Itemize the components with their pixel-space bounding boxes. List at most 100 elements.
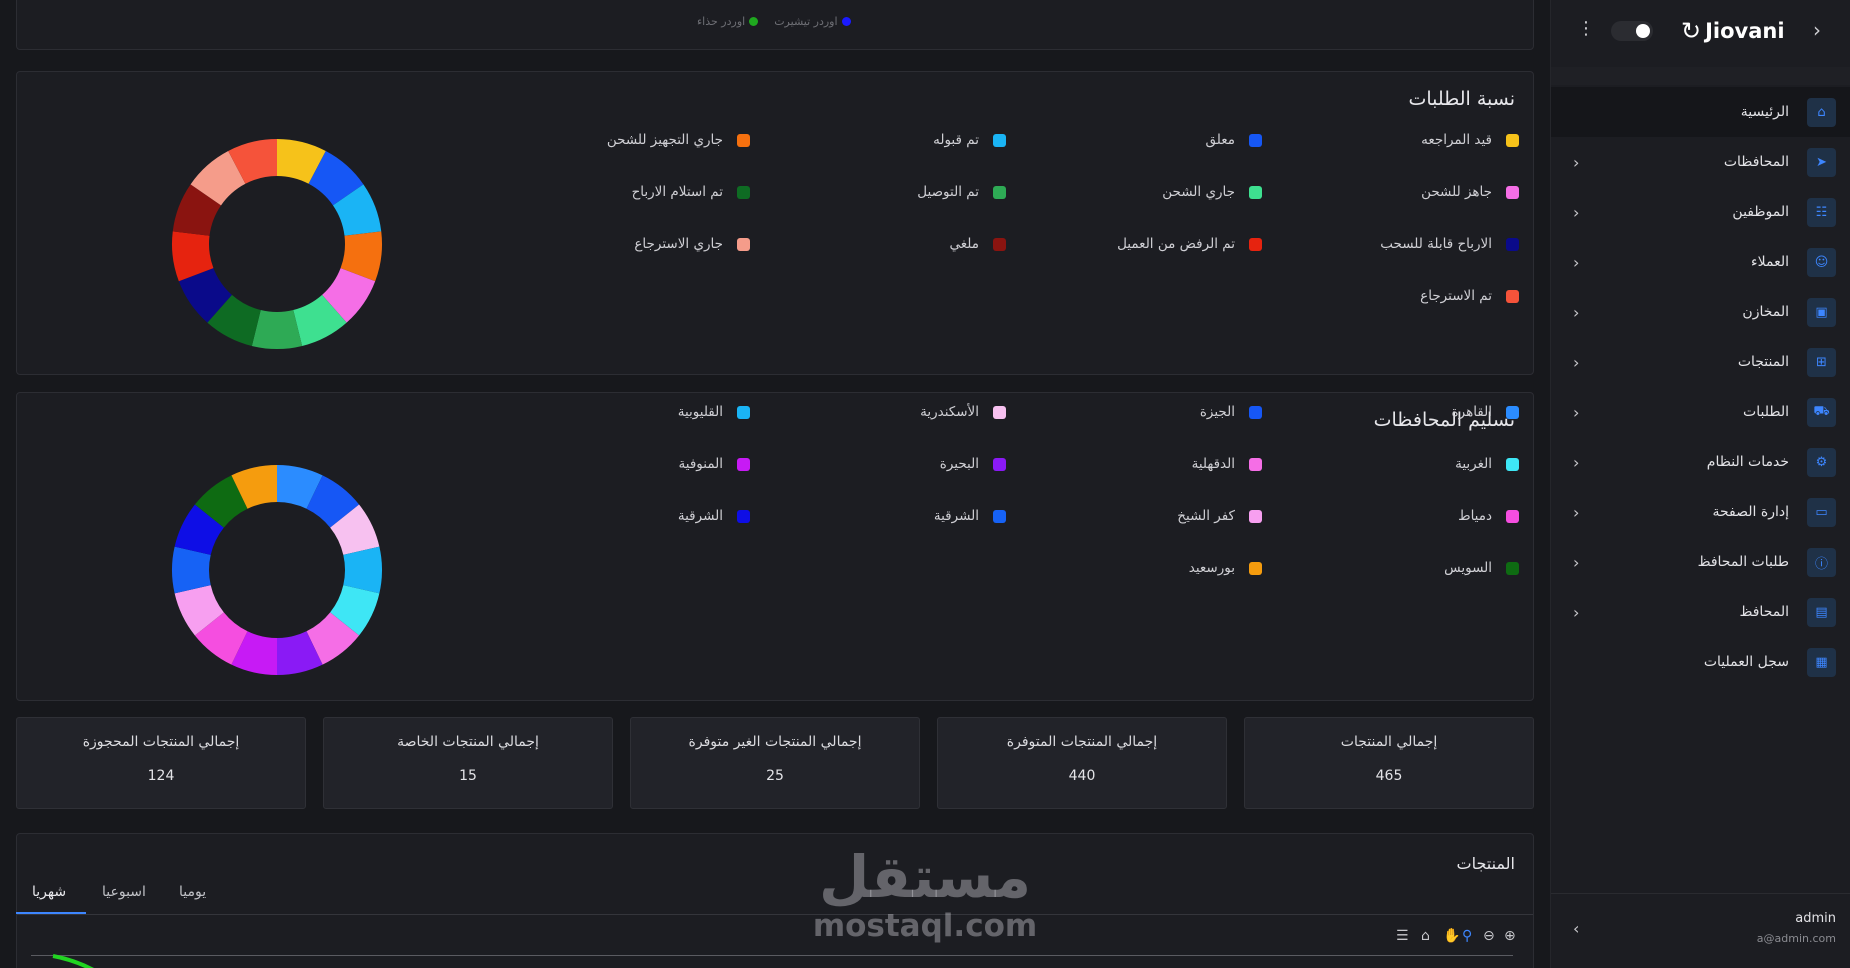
- legend-item[interactable]: ملغي: [950, 236, 1006, 252]
- stat-value: 465: [1375, 768, 1403, 784]
- legend-shoe[interactable]: اوردر حذاء: [697, 15, 759, 28]
- chevron-icon[interactable]: ‹: [1573, 353, 1579, 372]
- sidebar-item[interactable]: ▦ سجل العمليات: [1551, 637, 1850, 687]
- legend-item[interactable]: معلق: [1206, 132, 1262, 148]
- sidebar-item[interactable]: ▭ إدارة الصفحة ‹: [1551, 487, 1850, 537]
- stat-value: 15: [459, 768, 477, 784]
- sidebar-header-shade: [1551, 67, 1850, 85]
- legend-item[interactable]: القليوبية: [678, 404, 750, 420]
- stat-title: إجمالي المنتجات: [1340, 734, 1438, 750]
- legend-item[interactable]: تم التوصيل: [917, 184, 1006, 200]
- legend-item[interactable]: الشرقية: [934, 508, 1006, 524]
- legend-item[interactable]: الشرقية: [678, 508, 750, 524]
- tab-daily[interactable]: يوميا: [179, 884, 206, 900]
- theme-toggle[interactable]: [1611, 21, 1653, 41]
- legend-label: الارباح قابلة للسحب: [1380, 236, 1492, 252]
- chevron-icon[interactable]: ‹: [1573, 203, 1579, 222]
- user-chevron-icon[interactable]: ‹: [1573, 919, 1579, 938]
- legend-item[interactable]: الدقهلية: [1192, 456, 1262, 472]
- chevron-icon[interactable]: ‹: [1573, 603, 1579, 622]
- orders-ratio-card: نسبة الطلبات قيد المراجعه معلق تم قبوله جار…: [16, 71, 1534, 375]
- legend-item[interactable]: تم قبوله: [933, 132, 1006, 148]
- legend-label: بورسعيد: [1188, 560, 1235, 576]
- legend-item[interactable]: المنوفية: [679, 456, 750, 472]
- chart-menu-icon[interactable]: ☰: [1396, 928, 1409, 944]
- stat-value: 124: [147, 768, 175, 784]
- chevron-icon[interactable]: ‹: [1573, 253, 1579, 272]
- reset-home-icon[interactable]: ⌂: [1421, 928, 1430, 944]
- pan-hand-icon[interactable]: ✋: [1443, 928, 1460, 944]
- legend-item[interactable]: قيد المراجعه: [1421, 132, 1519, 148]
- legend-item[interactable]: تم الاسترجاع: [1420, 288, 1519, 304]
- donut-slice[interactable]: [172, 546, 211, 594]
- sidebar-item-label: المحافظات: [1723, 154, 1789, 170]
- sidebar-item[interactable]: ⛟ الطلبات ‹: [1551, 387, 1850, 437]
- donut-slice[interactable]: [343, 546, 382, 594]
- user-profile[interactable]: admin a@admin.com ‹: [1551, 905, 1850, 955]
- chevron-icon[interactable]: ‹: [1573, 453, 1579, 472]
- legend-swatch: [993, 185, 1006, 199]
- sidebar-item-label: طلبات المحافظ: [1697, 554, 1789, 570]
- legend-swatch: [1506, 509, 1519, 523]
- brand-logo[interactable]: ↻ Jiovani: [1681, 17, 1785, 45]
- zoom-out-icon[interactable]: ⊖: [1483, 928, 1495, 944]
- watermark: مستقل mostaql.com: [810, 845, 1040, 943]
- chevron-icon[interactable]: ‹: [1573, 303, 1579, 322]
- tab-weekly[interactable]: اسبوعيا: [102, 884, 146, 900]
- legend-item[interactable]: تم الرفض من العميل: [1117, 236, 1262, 252]
- sidebar-item[interactable]: ☷ الموظفين ‹: [1551, 187, 1850, 237]
- legend-item[interactable]: الجيزة: [1200, 404, 1262, 420]
- chevron-icon[interactable]: ‹: [1573, 503, 1579, 522]
- legend-label: معلق: [1205, 132, 1235, 148]
- legend-item[interactable]: جاري التجهيز للشحن: [607, 132, 750, 148]
- document-icon: ▦: [1807, 647, 1836, 677]
- sidebar-item-label: خدمات النظام: [1706, 454, 1789, 470]
- users-icon: ☷: [1807, 197, 1836, 227]
- user-name: admin: [1795, 911, 1836, 926]
- sidebar-item[interactable]: ⓘ طلبات المحافظ ‹: [1551, 537, 1850, 587]
- home-icon: ⌂: [1807, 97, 1836, 127]
- donut-slice[interactable]: [251, 310, 303, 349]
- chevron-icon[interactable]: ‹: [1573, 153, 1579, 172]
- sidebar-item[interactable]: ☺ العملاء ‹: [1551, 237, 1850, 287]
- info-icon: ⓘ: [1807, 547, 1836, 577]
- magnifier-icon[interactable]: ⚲: [1462, 928, 1472, 944]
- main-content: JanFebMarAprMayJunJulAug اوردر تيشيرت او…: [0, 0, 1550, 968]
- legend-item[interactable]: القاهرة: [1452, 404, 1519, 420]
- sidebar-item[interactable]: ▣ المخازن ‹: [1551, 287, 1850, 337]
- legend-label: الدقهلية: [1191, 456, 1235, 472]
- more-options-icon[interactable]: ⋮: [1577, 18, 1595, 39]
- sidebar-item[interactable]: ⌂ الرئيسية: [1551, 87, 1850, 137]
- sidebar-item[interactable]: ▤ المحافظ ‹: [1551, 587, 1850, 637]
- stat-reserved-products: إجمالي المنتجات المحجوزة 124: [16, 717, 306, 809]
- chevron-icon[interactable]: ‹: [1573, 403, 1579, 422]
- legend-item[interactable]: جاهز للشحن: [1421, 184, 1519, 200]
- collapse-chevron-icon[interactable]: ›: [1813, 18, 1821, 42]
- legend-swatch: [737, 237, 750, 251]
- legend-item[interactable]: جاري الاسترجاع: [634, 236, 750, 252]
- zoom-in-icon[interactable]: ⊕: [1504, 928, 1516, 944]
- legend-item[interactable]: كفر الشيخ: [1177, 508, 1262, 524]
- legend-item[interactable]: السويس: [1444, 560, 1519, 576]
- legend-tshirt[interactable]: اوردر تيشيرت: [774, 15, 851, 28]
- legend-item[interactable]: الأسكندرية: [920, 404, 1006, 420]
- legend-item[interactable]: البحيرة: [940, 456, 1006, 472]
- legend-item[interactable]: الارباح قابلة للسحب: [1380, 236, 1519, 252]
- watermark-arabic: مستقل: [818, 843, 1032, 911]
- legend-item[interactable]: دمياط: [1458, 508, 1519, 524]
- legend-swatch: [993, 457, 1006, 471]
- theme-toggle-knob: [1636, 24, 1650, 38]
- tab-monthly[interactable]: شهريا: [32, 884, 66, 900]
- legend-item[interactable]: تم استلام الارباح: [632, 184, 750, 200]
- legend-label: تم استلام الارباح: [631, 184, 723, 200]
- legend-item[interactable]: جاري الشحن: [1162, 184, 1262, 200]
- sidebar-item[interactable]: ⊞ المنتجات ‹: [1551, 337, 1850, 387]
- governorates-card: تسليم المحافظات القاهرة الجيزة الأسكندرية ا…: [16, 392, 1534, 701]
- sidebar-item[interactable]: ➤ المحافظات ‹: [1551, 137, 1850, 187]
- legend-item[interactable]: الغربية: [1455, 456, 1519, 472]
- sidebar-item-label: المحافظ: [1739, 604, 1789, 620]
- orders-ratio-title: نسبة الطلبات: [1408, 88, 1515, 110]
- sidebar-item[interactable]: ⚙ خدمات النظام ‹: [1551, 437, 1850, 487]
- chevron-icon[interactable]: ‹: [1573, 553, 1579, 572]
- legend-item[interactable]: بورسعيد: [1189, 560, 1262, 576]
